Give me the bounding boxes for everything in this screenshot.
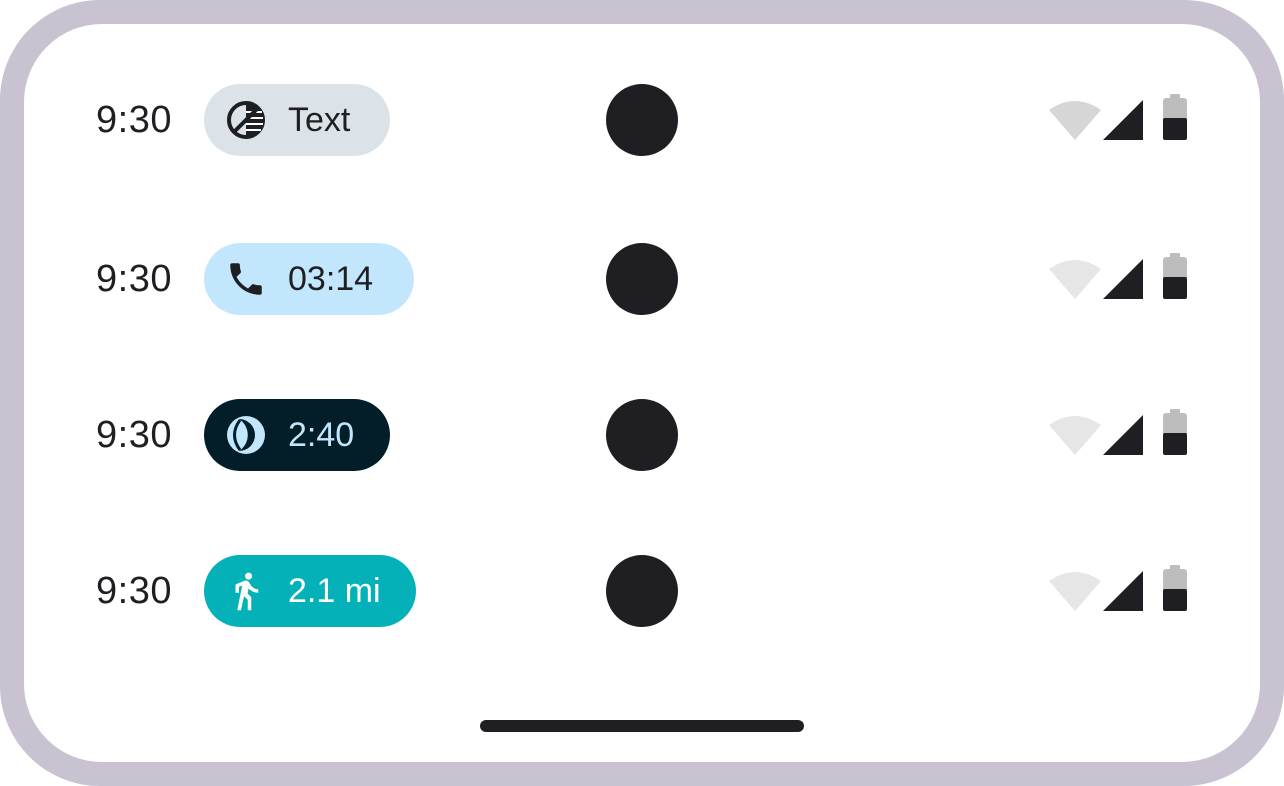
camera-cutout <box>606 84 678 156</box>
cellular-signal-icon <box>1103 415 1143 455</box>
status-chip-call[interactable]: 03:14 <box>204 243 414 315</box>
system-status-icons <box>1048 94 1198 148</box>
battery-icon <box>1163 565 1187 611</box>
wifi-icon <box>1049 101 1101 140</box>
system-status-icons <box>1048 409 1198 463</box>
system-status-icons <box>1048 253 1198 307</box>
system-status-icons <box>1048 565 1198 619</box>
status-bar-row-4: 9:30 2.1 mi <box>24 555 1260 627</box>
chip-label: 03:14 <box>288 260 374 298</box>
status-chip-sleep[interactable]: 2:40 <box>204 399 390 471</box>
battery-icon <box>1163 409 1187 455</box>
clock: 9:30 <box>96 99 172 141</box>
device-frame: 9:30 Text 9:30 03:14 9:30 2:40 9:30 2.1 … <box>0 0 1284 786</box>
battery-icon <box>1163 94 1187 140</box>
status-chip-activity[interactable]: 2.1 mi <box>204 555 416 627</box>
wifi-icon <box>1049 572 1101 611</box>
status-bar-row-2: 9:30 03:14 <box>24 243 1260 315</box>
phone-icon <box>224 257 268 301</box>
clock: 9:30 <box>96 258 172 300</box>
running-icon <box>224 569 268 613</box>
home-indicator[interactable] <box>480 720 804 732</box>
chip-label: 2.1 mi <box>288 572 381 610</box>
wifi-icon <box>1049 416 1101 455</box>
chip-label: Text <box>288 101 351 139</box>
camera-cutout <box>606 399 678 471</box>
chip-label: 2:40 <box>288 416 355 454</box>
moon-icon <box>224 413 268 457</box>
status-chip-text[interactable]: Text <box>204 84 390 156</box>
clock: 9:30 <box>96 414 172 456</box>
clock: 9:30 <box>96 570 172 612</box>
screen: 9:30 Text 9:30 03:14 9:30 2:40 9:30 2.1 … <box>24 24 1260 762</box>
contrast-icon <box>224 98 268 142</box>
camera-cutout <box>606 555 678 627</box>
wifi-icon <box>1049 260 1101 299</box>
status-bar-row-3: 9:30 2:40 <box>24 399 1260 471</box>
battery-icon <box>1163 253 1187 299</box>
cellular-signal-icon <box>1103 571 1143 611</box>
camera-cutout <box>606 243 678 315</box>
cellular-signal-icon <box>1103 259 1143 299</box>
cellular-signal-icon <box>1103 100 1143 140</box>
status-bar-row-1: 9:30 Text <box>24 84 1260 156</box>
